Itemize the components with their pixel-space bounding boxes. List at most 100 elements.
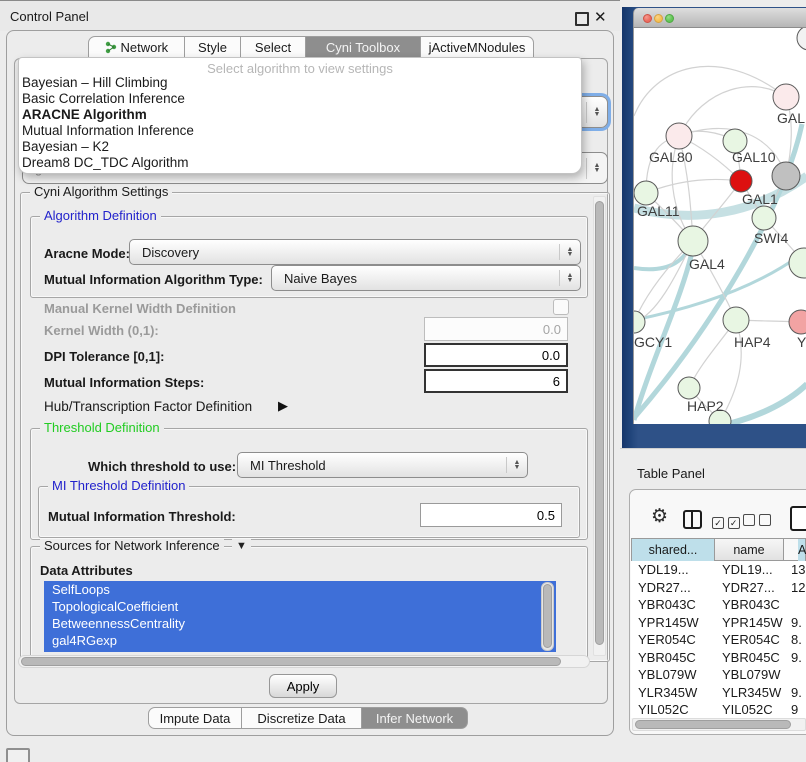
dropdown-item[interactable]: Bayesian – Hill Climbing xyxy=(19,75,581,91)
network-node-gcy1[interactable] xyxy=(634,311,645,333)
mi-algorithm-type-value: Naive Bayes xyxy=(272,271,559,286)
mi-algorithm-type-label: Mutual Information Algorithm Type: xyxy=(44,272,263,287)
network-node[interactable] xyxy=(789,310,806,334)
column-header-name[interactable]: name xyxy=(715,538,784,561)
dpi-tolerance-input[interactable] xyxy=(424,343,568,367)
table-row[interactable]: YPR145W YPR145W 9. xyxy=(631,614,806,632)
table-hscrollbar-thumb[interactable] xyxy=(635,720,791,729)
which-threshold-label: Which threshold to use: xyxy=(88,459,236,474)
hub-expand-icon[interactable]: ▶ xyxy=(278,398,288,414)
table-row[interactable]: YLR345W YLR345W 9. xyxy=(631,684,806,702)
tab-network[interactable]: Network xyxy=(88,36,185,58)
column-header-partial[interactable]: A xyxy=(784,538,806,561)
network-canvas[interactable]: GAL GAL80 GAL10 GAL1 GAL11 SWI4 GAL4 GCY… xyxy=(633,28,806,424)
network-node[interactable] xyxy=(797,28,806,50)
network-node[interactable] xyxy=(773,84,799,110)
panel-title: Control Panel xyxy=(10,9,89,24)
column-header-shared-name[interactable]: shared... xyxy=(631,538,715,561)
tab-label: Discretize Data xyxy=(257,711,345,726)
attribute-item-selected[interactable]: SelfLoops xyxy=(44,581,556,598)
network-node-gal1-selected[interactable] xyxy=(730,170,752,192)
attribute-item-selected[interactable]: BetweennessCentrality xyxy=(44,615,556,632)
node-label: SWI4 xyxy=(754,230,788,246)
dropdown-item[interactable]: Bayesian – K2 xyxy=(19,139,581,155)
table-row[interactable]: YBR043C YBR043C xyxy=(631,596,806,614)
function-builder-icon[interactable] xyxy=(790,506,806,531)
float-panel-icon[interactable] xyxy=(575,12,589,26)
combo-stepper-icon: ▲▼ xyxy=(559,244,580,261)
network-node-hap4[interactable] xyxy=(723,307,749,333)
dropdown-placeholder: Select algorithm to view settings xyxy=(19,58,581,75)
table-row[interactable]: YBL079W YBL079W xyxy=(631,666,806,684)
network-node-gal80[interactable] xyxy=(666,123,692,149)
mi-steps-input[interactable] xyxy=(424,369,568,393)
tab-discretize-data[interactable]: Discretize Data xyxy=(242,707,362,729)
kernel-width-label: Kernel Width (0,1): xyxy=(44,323,159,338)
table-row[interactable]: YDL19... YDL19... 13 xyxy=(631,561,806,579)
control-panel: Control Panel ✕ Network Style Select Cyn… xyxy=(0,0,620,762)
network-icon xyxy=(105,41,117,54)
combo-stepper-icon: ▲▼ xyxy=(559,270,580,287)
network-node-gal4[interactable] xyxy=(678,226,708,256)
aracne-mode-combobox[interactable]: Discovery ▲▼ xyxy=(129,239,581,265)
network-node[interactable] xyxy=(772,162,800,190)
network-window: GAL GAL80 GAL10 GAL1 GAL11 SWI4 GAL4 GCY… xyxy=(633,8,806,424)
table-panel-title: Table Panel xyxy=(637,466,705,481)
combo-stepper-icon: ▲▼ xyxy=(506,457,527,474)
table-row[interactable]: YER054C YER054C 8. xyxy=(631,631,806,649)
deselect-all-icon[interactable] xyxy=(743,514,771,529)
hub-definition-label[interactable]: Hub/Transcription Factor Definition xyxy=(44,399,252,414)
sources-group-title: Sources for Network Inference xyxy=(40,539,224,553)
attribute-item-selected[interactable]: gal4RGexp xyxy=(44,632,556,649)
sources-collapse-icon[interactable]: ▼ xyxy=(232,539,251,553)
dropdown-item-selected[interactable]: ARACNE Algorithm xyxy=(19,107,581,123)
tab-select[interactable]: Select xyxy=(241,36,306,58)
tab-infer-network[interactable]: Infer Network xyxy=(362,707,468,729)
table-row[interactable]: YDR27... YDR27... 12 xyxy=(631,579,806,597)
settings-gear-icon[interactable]: ⚙ xyxy=(651,507,668,526)
tab-cyni-toolbox[interactable]: Cyni Toolbox xyxy=(306,36,421,58)
node-label: Y xyxy=(797,334,806,350)
settings-hscrollbar-thumb[interactable] xyxy=(21,657,561,666)
mi-algorithm-type-combobox[interactable]: Naive Bayes ▲▼ xyxy=(271,265,581,291)
dropdown-item[interactable]: Basic Correlation Inference xyxy=(19,91,581,107)
network-window-titlebar[interactable] xyxy=(633,8,806,28)
tab-impute-data[interactable]: Impute Data xyxy=(148,707,242,729)
network-node-gal11[interactable] xyxy=(634,181,658,205)
manual-kernel-width-label: Manual Kernel Width Definition xyxy=(44,301,236,316)
which-threshold-combobox[interactable]: MI Threshold ▲▼ xyxy=(237,452,528,478)
manual-kernel-width-checkbox[interactable] xyxy=(553,299,569,315)
window-minimize-icon[interactable] xyxy=(654,14,663,23)
table-row[interactable]: YIL052C YIL052C 9 xyxy=(631,701,806,718)
close-panel-icon[interactable]: ✕ xyxy=(594,8,607,26)
cyni-settings-group-title: Cyni Algorithm Settings xyxy=(30,185,172,199)
node-label: HAP4 xyxy=(734,334,771,350)
apply-button[interactable]: Apply xyxy=(269,674,337,698)
node-label: GAL xyxy=(777,110,805,126)
tab-jactivemnodules[interactable]: jActiveMNodules xyxy=(421,36,534,58)
attribute-item-selected[interactable]: TopologicalCoefficient xyxy=(44,598,556,615)
attributes-vscrollbar-thumb[interactable] xyxy=(543,584,552,648)
dropdown-item[interactable]: Mutual Information Inference xyxy=(19,123,581,139)
network-node-hap2[interactable] xyxy=(678,377,700,399)
tab-style[interactable]: Style xyxy=(185,36,241,58)
table-row[interactable]: YBR045C YBR045C 9. xyxy=(631,649,806,667)
dropdown-item[interactable]: Dream8 DC_TDC Algorithm xyxy=(19,155,581,171)
window-zoom-icon[interactable] xyxy=(665,14,674,23)
node-label: HAP2 xyxy=(687,398,724,414)
network-node-swi4[interactable] xyxy=(752,206,776,230)
mi-threshold-input[interactable] xyxy=(420,503,562,527)
window-close-icon[interactable] xyxy=(643,14,652,23)
mi-steps-label: Mutual Information Steps: xyxy=(44,375,204,390)
settings-vscrollbar-thumb[interactable] xyxy=(595,201,604,645)
minimized-panel-icon[interactable] xyxy=(6,748,30,762)
which-threshold-value: MI Threshold xyxy=(238,458,506,473)
kernel-width-input[interactable] xyxy=(424,317,568,341)
select-all-icon[interactable]: ✓ ✓ xyxy=(712,514,740,529)
network-node[interactable] xyxy=(789,248,806,278)
dpi-tolerance-label: DPI Tolerance [0,1]: xyxy=(44,349,164,364)
node-label: GAL11 xyxy=(637,203,680,219)
column-view-icon[interactable] xyxy=(683,510,702,529)
control-panel-titlebar: Control Panel ✕ xyxy=(0,0,620,31)
node-label: GAL1 xyxy=(742,191,778,207)
